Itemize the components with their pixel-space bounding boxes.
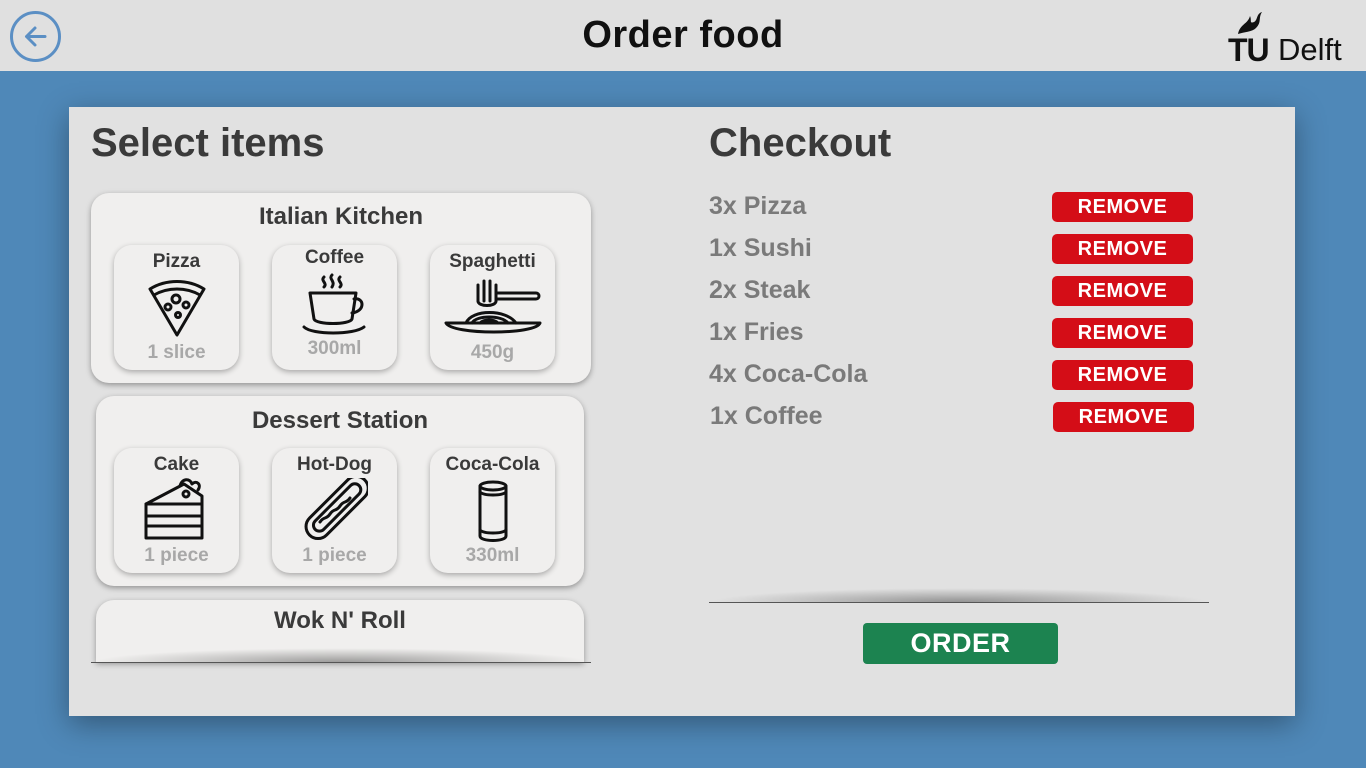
select-items-title: Select items: [91, 121, 325, 165]
item-name: Hot-Dog: [297, 454, 372, 475]
remove-button[interactable]: REMOVE: [1052, 276, 1193, 306]
restaurant-name: Dessert Station: [251, 407, 429, 434]
item-size: 300ml: [307, 338, 362, 359]
tudelft-logo: TU Delft: [1226, 10, 1356, 68]
item-name: Coca-Cola: [445, 454, 540, 475]
item-size: 450g: [470, 342, 515, 363]
item-name: Pizza: [152, 251, 201, 272]
checkout-item-label: 3x Pizza: [709, 192, 807, 220]
remove-button[interactable]: REMOVE: [1052, 192, 1193, 222]
remove-button[interactable]: REMOVE: [1052, 318, 1193, 348]
menu-item-hot-dog[interactable]: Hot-Dog 1 piece: [272, 448, 397, 573]
checkout-item-label: 4x Coca-Cola: [709, 360, 868, 388]
item-name: Cake: [153, 454, 200, 475]
order-button[interactable]: ORDER: [863, 623, 1058, 664]
checkout-item-label: 1x Sushi: [709, 234, 812, 262]
logo-tu: TU: [1228, 32, 1270, 68]
checkout-divider: [709, 602, 1209, 603]
checkout-item: 4x Coca-Cola REMOVE: [709, 360, 1193, 390]
restaurant-name: Italian Kitchen: [258, 203, 424, 230]
checkout-shadow: [709, 588, 1209, 602]
top-bar: Order food TU Delft: [0, 0, 1366, 71]
spaghetti-icon: [444, 279, 542, 334]
item-name: Coffee: [304, 247, 365, 268]
checkout-item: 3x Pizza REMOVE: [709, 192, 1193, 222]
cake-icon: [144, 478, 204, 540]
checkout-item: 1x Sushi REMOVE: [709, 234, 1193, 264]
remove-button[interactable]: REMOVE: [1052, 360, 1193, 390]
item-size: 1 piece: [302, 545, 367, 566]
menu-item-spaghetti[interactable]: Spaghetti 450g: [430, 245, 555, 370]
item-name: Spaghetti: [449, 251, 536, 272]
restaurant-name: Wok N' Roll: [274, 607, 406, 634]
checkout-item: 1x Fries REMOVE: [709, 318, 1193, 348]
remove-button[interactable]: REMOVE: [1052, 234, 1193, 264]
coffee-icon: [302, 273, 366, 335]
checkout-item: 2x Steak REMOVE: [709, 276, 1193, 306]
pizza-icon: [148, 280, 206, 337]
menu-item-pizza[interactable]: Pizza 1 slice: [114, 245, 239, 370]
checkout-title: Checkout: [709, 121, 892, 165]
restaurant-card-italian-kitchen: Italian Kitchen Pizza 1 slice Coffee 300…: [91, 193, 591, 383]
restaurant-card-dessert-station: Dessert Station Cake 1 piece Hot-Dog 1 p…: [96, 396, 584, 586]
checkout-item-label: 1x Coffee: [710, 402, 823, 430]
checkout-item-label: 1x Fries: [709, 318, 804, 346]
page-title: Order food: [582, 14, 784, 56]
hotdog-icon: [304, 478, 368, 541]
scroll-shadow: [91, 648, 591, 662]
logo-delft: Delft: [1278, 32, 1342, 67]
order-panel: Select items Italian Kitchen Pizza 1 sli…: [69, 107, 1295, 716]
checkout-item: 1x Coffee REMOVE: [710, 402, 1194, 432]
remove-button[interactable]: REMOVE: [1053, 402, 1194, 432]
menu-item-cake[interactable]: Cake 1 piece: [114, 448, 239, 573]
item-size: 1 piece: [144, 545, 209, 566]
menu-item-coca-cola[interactable]: Coca-Cola 330ml: [430, 448, 555, 573]
checkout-item-label: 2x Steak: [709, 276, 811, 304]
menu-item-coffee[interactable]: Coffee 300ml: [272, 245, 397, 370]
soda-can-icon: [478, 480, 508, 542]
list-bottom-divider: [91, 662, 591, 663]
item-size: 1 slice: [147, 342, 206, 363]
item-size: 330ml: [465, 545, 520, 566]
